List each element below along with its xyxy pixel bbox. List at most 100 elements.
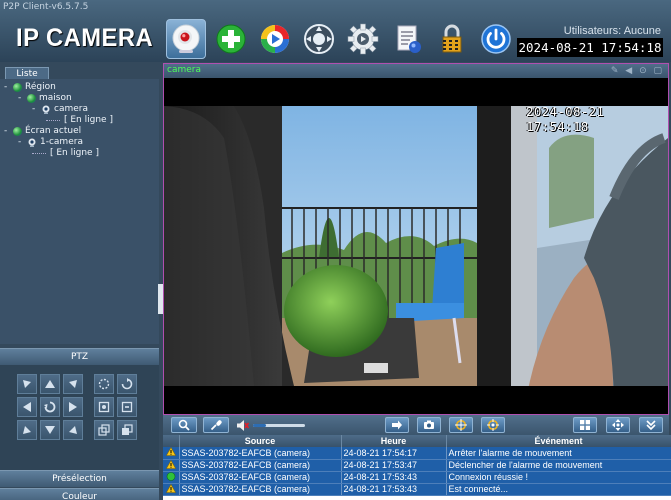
zoom-out-button[interactable] [117, 397, 137, 417]
video-window-icons[interactable]: ✎ ◀ ⊙ ▢ [611, 66, 664, 76]
ptz-up-right-button[interactable] [63, 374, 83, 394]
focus-far-button[interactable] [117, 420, 137, 440]
ptz-right-button[interactable] [63, 397, 83, 417]
target-alt-icon [487, 419, 499, 431]
collapse-events-button[interactable] [639, 417, 663, 433]
color-panel-header[interactable]: Couleur [0, 488, 159, 500]
column-header-time[interactable]: Heure [341, 435, 447, 447]
ptz-down-right-button[interactable] [63, 420, 83, 440]
globe-icon [13, 82, 22, 92]
collapse-toggle-icon[interactable]: - [32, 103, 41, 115]
camera-device-icon [28, 138, 36, 147]
collapse-toggle-icon[interactable]: - [18, 136, 27, 148]
event-time: 24-08-21 17:54:17 [341, 447, 447, 460]
search-icon [178, 419, 190, 431]
grid-icon [580, 420, 590, 430]
ptz-down-button[interactable] [40, 420, 60, 440]
column-header-event[interactable]: Événement [446, 435, 671, 447]
chevron-double-down-icon [646, 420, 656, 431]
table-row[interactable]: SSAS-203782-EAFCB (camera) 24-08-21 17:5… [163, 483, 671, 496]
arrow-right-icon [69, 402, 77, 412]
column-header-source[interactable]: Source [179, 435, 342, 447]
app-window: P2P Client-v6.5.7.5 IP CAMERA Utilisateu… [0, 0, 671, 500]
table-row[interactable]: SSAS-203782-EAFCB (camera) 24-08-21 17:5… [163, 447, 671, 460]
video-titlebar: camera ✎ ◀ ⊙ ▢ [164, 64, 668, 78]
event-message: Connexion réussie ! [446, 471, 671, 484]
focus-icon [98, 424, 110, 436]
speaker-muted-icon[interactable] [236, 419, 249, 432]
playback-icon [261, 25, 289, 53]
collapse-toggle-icon[interactable]: - [18, 92, 27, 104]
arrow-up-right-icon [69, 380, 77, 388]
ptz-down-left-button[interactable] [17, 420, 37, 440]
event-table-header: Source Heure Événement [163, 435, 671, 447]
ptz-panel-header[interactable]: PTZ [0, 348, 159, 365]
scan-vertical-button[interactable] [94, 374, 114, 394]
power-button[interactable] [476, 19, 516, 59]
camera-icon [172, 24, 200, 53]
table-row[interactable]: SSAS-203782-EAFCB (camera) 24-08-21 17:5… [163, 471, 671, 484]
camera-feed[interactable]: 2024-08-21 17:54:18 [164, 78, 668, 414]
fullscreen-button[interactable] [606, 417, 630, 433]
add-device-button[interactable] [211, 19, 251, 59]
arrow-left-icon [23, 402, 31, 412]
scan-horizontal-button[interactable] [117, 374, 137, 394]
ptz-control-icon [304, 24, 334, 54]
microphone-button[interactable] [203, 417, 229, 433]
globe-icon [13, 126, 22, 136]
event-source: SSAS-203782-EAFCB (camera) [179, 483, 342, 496]
grid-layout-button[interactable] [573, 417, 597, 433]
video-osd-timestamp: 2024-08-21 17:54:18 [526, 104, 605, 134]
preset-panel-header[interactable]: Présélection [0, 470, 159, 487]
success-icon [166, 471, 176, 481]
event-time: 24-08-21 17:53:47 [341, 459, 447, 472]
camera-view-button[interactable] [166, 19, 206, 59]
log-icon [397, 25, 421, 53]
header-toolbar: P2P Client-v6.5.7.5 IP CAMERA Utilisateu… [0, 0, 671, 62]
add-icon [216, 24, 246, 54]
snapshot-button[interactable] [417, 417, 441, 433]
event-source: SSAS-203782-EAFCB (camera) [179, 447, 342, 460]
column-header-icon [163, 435, 180, 447]
search-button[interactable] [171, 417, 197, 433]
system-clock: 2024-08-21 17:54:18 [517, 38, 663, 57]
settings-button[interactable] [343, 19, 383, 59]
fullscreen-icon [612, 419, 624, 431]
volume-fill [253, 424, 266, 427]
table-row[interactable]: SSAS-203782-EAFCB (camera) 24-08-21 17:5… [163, 459, 671, 472]
call-preset-button[interactable] [481, 417, 505, 433]
ptz-control-button[interactable] [299, 19, 339, 59]
rotate-icon [44, 401, 56, 413]
video-pane[interactable]: camera ✎ ◀ ⊙ ▢ 2024-08-21 17:54:18 [163, 63, 669, 415]
event-message: Est connecté... [446, 483, 671, 496]
ptz-controls [0, 365, 159, 470]
window-title: P2P Client-v6.5.7.5 [3, 2, 89, 12]
playback-button[interactable] [255, 19, 295, 59]
zoom-in-button[interactable] [94, 397, 114, 417]
arrow-down-left-icon [23, 426, 31, 434]
collapse-toggle-icon[interactable]: - [4, 81, 13, 93]
ptz-up-button[interactable] [40, 374, 60, 394]
record-button[interactable] [385, 417, 409, 433]
users-status-label: Utilisateurs: Aucune [563, 25, 661, 37]
ptz-center-button[interactable] [40, 397, 60, 417]
volume-slider[interactable] [253, 424, 305, 427]
preset-target-button[interactable] [449, 417, 473, 433]
event-time: 24-08-21 17:53:43 [341, 483, 447, 496]
camera-device-icon [42, 105, 50, 114]
event-message: Déclencher de l'alarme de mouvement [446, 459, 671, 472]
arrow-up-icon [45, 380, 55, 388]
event-source: SSAS-203782-EAFCB (camera) [179, 471, 342, 484]
arrow-down-right-icon [69, 426, 77, 434]
ptz-up-left-button[interactable] [17, 374, 37, 394]
warning-icon [165, 483, 176, 493]
settings-icon [347, 23, 379, 55]
app-logo: IP CAMERA [16, 24, 154, 52]
lock-button[interactable] [432, 19, 472, 59]
log-button[interactable] [388, 19, 428, 59]
arrow-down-icon [45, 426, 55, 434]
ptz-left-button[interactable] [17, 397, 37, 417]
collapse-toggle-icon[interactable]: - [4, 125, 13, 137]
focus-near-button[interactable] [94, 420, 114, 440]
device-tree: - Région - maison - camera [ En ligne ] … [0, 79, 159, 344]
